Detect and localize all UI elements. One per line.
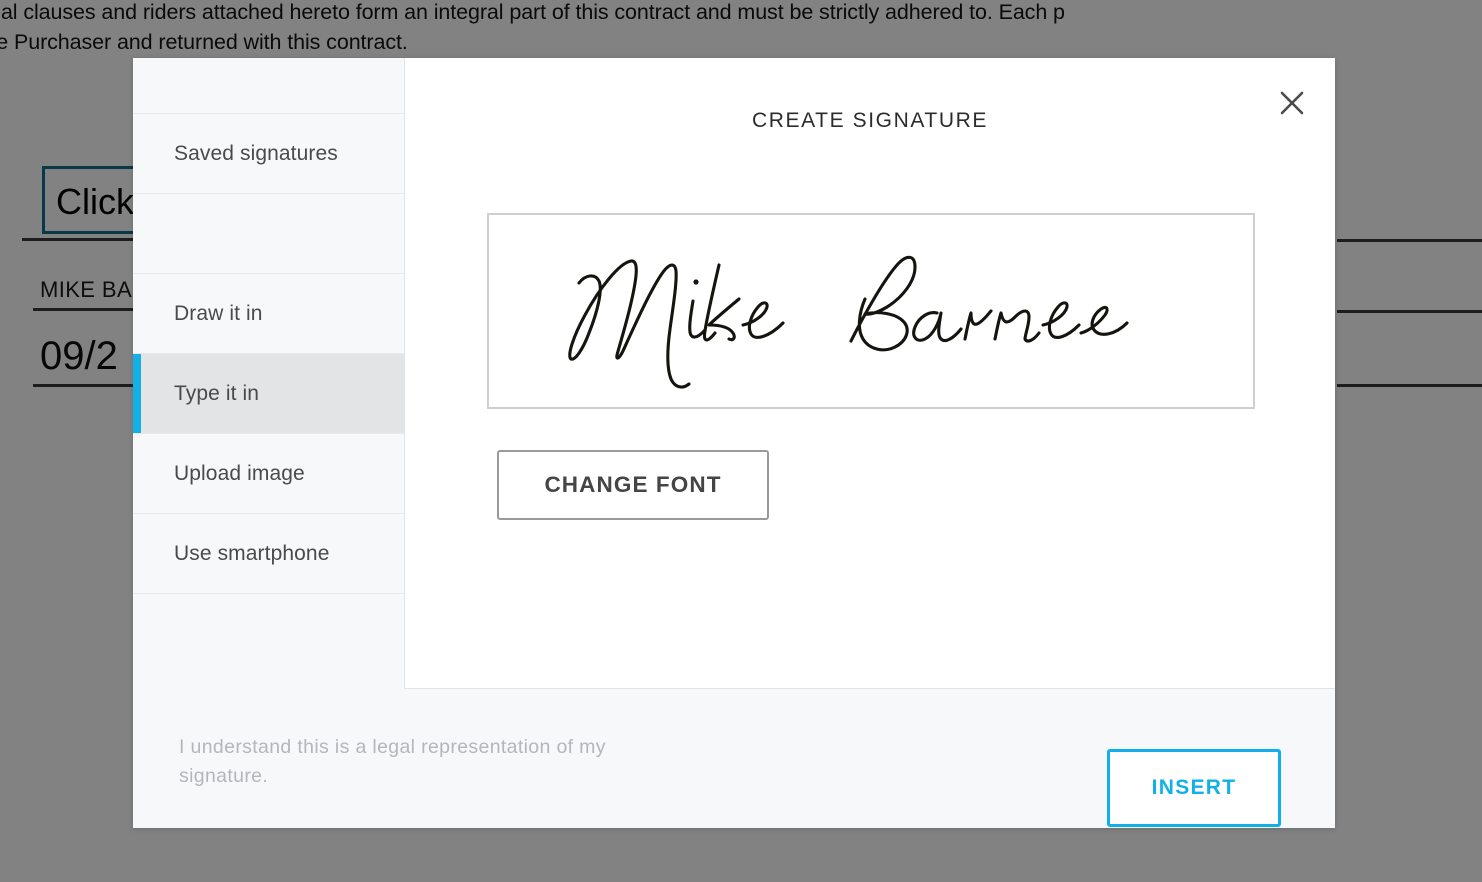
close-icon[interactable] [1273, 84, 1311, 122]
document-paragraph-line: itional clauses and riders attached here… [0, 0, 1065, 24]
document-rule [1337, 239, 1482, 242]
sidebar-item-use-smartphone[interactable]: Use smartphone [133, 514, 404, 594]
document-rule [1337, 310, 1482, 313]
legal-disclaimer-text: I understand this is a legal representat… [179, 736, 606, 787]
sidebar-item-draw-it-in[interactable]: Draw it in [133, 274, 404, 354]
document-signature-field-placeholder: Click [56, 181, 134, 222]
sidebar-item-label: Type it in [174, 381, 260, 405]
signature-preview-box[interactable] [487, 213, 1255, 409]
sidebar-top-spacer [133, 58, 404, 114]
sidebar-item-label: Use smartphone [174, 541, 330, 565]
modal-body: Saved signatures Draw it in Type it in U… [133, 58, 1335, 689]
signature-method-sidebar: Saved signatures Draw it in Type it in U… [133, 58, 405, 689]
sidebar-item-label: Upload image [174, 461, 305, 485]
page-title: CREATE SIGNATURE [751, 109, 988, 132]
sidebar-item-upload-image[interactable]: Upload image [133, 434, 404, 514]
sidebar-saved-signatures-list [133, 194, 404, 274]
sidebar-item-label: Saved signatures [174, 141, 338, 165]
insert-button[interactable]: INSERT [1107, 749, 1281, 827]
sidebar-item-type-it-in[interactable]: Type it in [133, 354, 404, 434]
modal-content-panel: CREATE SIGNATURE CHANGE FONT [405, 58, 1335, 689]
document-paragraph-line: y the Purchaser and returned with this c… [0, 30, 408, 54]
modal-footer: I understand this is a legal representat… [133, 689, 1335, 828]
signature-preview-value [533, 237, 1213, 389]
document-rule [1337, 384, 1482, 387]
sidebar-filler [133, 594, 404, 689]
sidebar-item-label: Draw it in [174, 301, 263, 325]
create-signature-modal: Saved signatures Draw it in Type it in U… [133, 58, 1335, 828]
sidebar-item-saved-signatures[interactable]: Saved signatures [133, 114, 404, 194]
change-font-button[interactable]: CHANGE FONT [497, 450, 769, 520]
document-date-value: 09/2 [40, 334, 118, 378]
document-name-value: MIKE BA [40, 277, 133, 302]
